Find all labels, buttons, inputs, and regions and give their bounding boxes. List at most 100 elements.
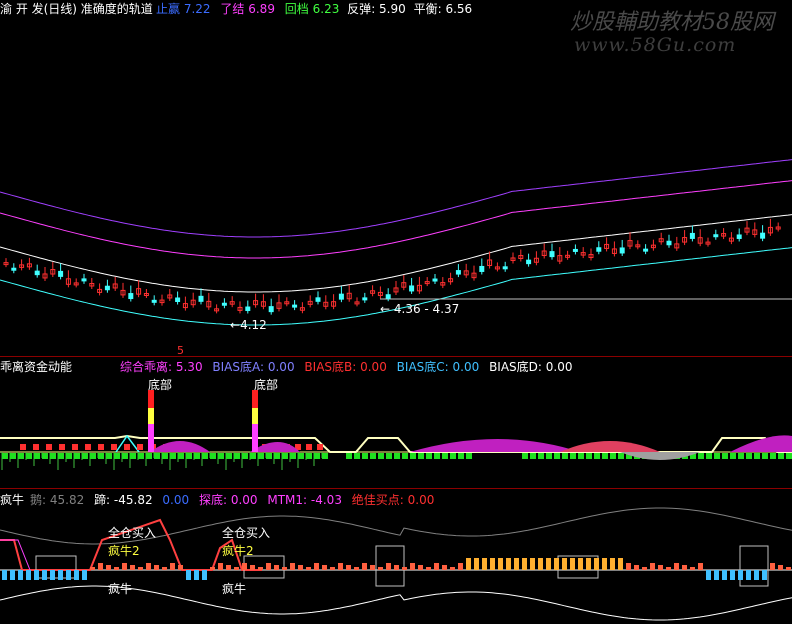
panel3-histogram-bar — [130, 565, 135, 570]
panel3-histogram-bar — [98, 563, 103, 570]
panel3-histogram-bar — [282, 567, 287, 570]
panel2-green-block — [530, 453, 536, 459]
panel2-hump — [150, 441, 210, 452]
panel2-green-block — [106, 453, 112, 459]
panel2-red-block — [124, 444, 130, 450]
panel2-green-block — [250, 453, 256, 459]
panel3-histogram-bar — [122, 563, 127, 570]
panel3-histogram-bar — [586, 558, 591, 570]
panel2-green-block — [522, 453, 528, 459]
panel2-red-block — [111, 444, 117, 450]
panel2-green-block — [586, 453, 592, 459]
panel3-histogram-bar — [634, 565, 639, 570]
panel2-green-block — [226, 453, 232, 459]
panel2-green-block — [42, 453, 48, 459]
panel2-red-block — [46, 444, 52, 450]
panel2-green-block — [418, 453, 424, 459]
panel3-histogram-bar — [562, 558, 567, 570]
panel2-green-block — [82, 453, 88, 459]
panel2-red-block — [20, 444, 26, 450]
panel3-histogram-bar — [378, 567, 383, 570]
panel3-histogram-bar — [330, 567, 335, 570]
legend-bias-c: BIAS底C: 0.00 — [396, 360, 480, 374]
panel2-green-block — [154, 453, 160, 459]
panel3-histogram-bar — [434, 563, 439, 570]
panel2-green-block — [786, 453, 792, 459]
panel2-green-block — [234, 453, 240, 459]
panel2-green-block — [34, 453, 40, 459]
panel2-legend: 综合乖离: 5.30 BIAS底A: 0.00 BIAS底B: 0.00 BIA… — [120, 360, 572, 374]
panel2-green-block — [394, 453, 400, 459]
panel3-histogram-bar — [114, 567, 119, 570]
panel3-histogram-bar — [170, 563, 175, 570]
panel2-green-block — [450, 453, 456, 459]
candle-body — [549, 251, 555, 258]
panel2-green-block — [562, 453, 568, 459]
panel3-histogram-bar — [594, 558, 599, 570]
panel2-green-block — [274, 453, 280, 459]
panel2-green-block — [434, 453, 440, 459]
panel3-histogram-bar — [682, 565, 687, 570]
panel2-green-block — [266, 453, 272, 459]
panel3-histogram-bar — [498, 558, 503, 570]
panel3-histogram-bar — [314, 563, 319, 570]
candle-body — [502, 266, 508, 270]
panel2-green-block — [258, 453, 264, 459]
panel3-histogram-bar — [442, 565, 447, 570]
panel2-green-block — [50, 453, 56, 459]
panel3-histogram-bar — [290, 563, 295, 570]
panel3-histogram-bar — [386, 563, 391, 570]
panel2-green-block — [570, 453, 576, 459]
panel3-histogram-bar — [642, 567, 647, 570]
candle-body — [713, 234, 719, 238]
panel3-histogram-bar — [738, 570, 743, 580]
panel3-histogram-bar — [2, 570, 7, 580]
panel2-green-block — [354, 453, 360, 459]
bottom-pillar-yellow — [148, 408, 154, 424]
panel2-green-block — [594, 453, 600, 459]
panel2-green-block — [194, 453, 200, 459]
candle-body — [409, 285, 415, 292]
panel3-histogram-bar — [418, 565, 423, 570]
panel3-histogram-bar — [722, 570, 727, 580]
candle-body — [362, 297, 368, 301]
panel3-histogram-bar — [154, 565, 159, 570]
candle-body — [572, 248, 578, 252]
panel3-histogram-bar — [34, 570, 39, 580]
legend-bias-a: BIAS底A: 0.00 — [212, 360, 295, 374]
panel3-histogram-bar — [698, 563, 703, 570]
panel3-histogram-bar — [570, 558, 575, 570]
panel2-green-block — [178, 453, 184, 459]
panel2-red-block — [317, 444, 323, 450]
panel2-green-block — [138, 453, 144, 459]
panel2-green-block — [58, 453, 64, 459]
panel3-histogram-bar — [626, 563, 631, 570]
panel2-red-block — [306, 444, 312, 450]
candle-body — [526, 259, 532, 265]
panel2-green-block — [410, 453, 416, 459]
panel2-green-block — [98, 453, 104, 459]
panel2-green-block — [114, 453, 120, 459]
panel3-histogram-bar — [402, 567, 407, 570]
candle-body — [151, 299, 157, 303]
candle-body — [34, 270, 40, 276]
panel3-histogram-bar — [474, 558, 479, 570]
panel2-green-block — [730, 453, 736, 459]
legend-goose: 鹅: 45.82 — [30, 493, 85, 507]
panel2-green-block — [242, 453, 248, 459]
panel3-legend: 鹅: 45.82 蹄: -45.82 0.00 探底: 0.00 MTM1: -… — [30, 493, 434, 507]
panel2-green-block — [762, 453, 768, 459]
panel2-green-block — [378, 453, 384, 459]
panel2-green-block — [714, 453, 720, 459]
candle-body — [596, 247, 602, 252]
panel2-green-block — [162, 453, 168, 459]
panel3-histogram-bar — [786, 567, 791, 570]
candle-body — [760, 232, 766, 239]
panel3-histogram-bar — [338, 563, 343, 570]
panel2-green-block — [770, 453, 776, 459]
band-upper-outer — [0, 159, 792, 238]
panel2-green-block — [322, 453, 328, 459]
candle-body — [104, 285, 110, 291]
panel2-green-block — [578, 453, 584, 459]
panel3-histogram-bar — [266, 563, 271, 570]
